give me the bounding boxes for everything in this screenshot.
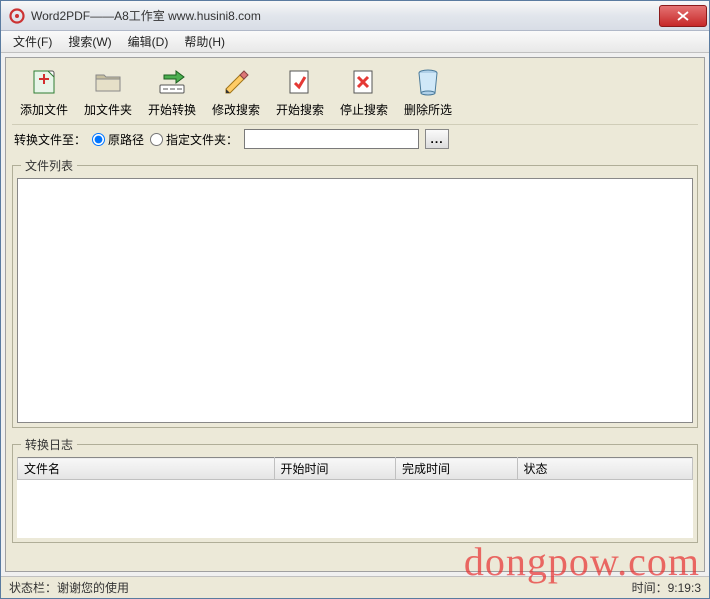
close-button[interactable] — [659, 5, 707, 27]
delete-icon — [411, 66, 445, 98]
log-fieldset: 转换日志 文件名 开始时间 完成时间 状态 — [12, 436, 698, 543]
radio-original-path[interactable]: 原路径 — [92, 131, 144, 148]
window-title: Word2PDF——A8工作室 www.husini8.com — [31, 7, 659, 24]
menu-help[interactable]: 帮助(H) — [176, 31, 233, 52]
start-search-button[interactable]: 开始搜索 — [274, 66, 326, 118]
status-message: 谢谢您的使用 — [57, 579, 129, 596]
search-start-icon — [283, 66, 317, 98]
browse-button[interactable]: ... — [425, 129, 449, 149]
radio-original-label: 原路径 — [108, 131, 144, 148]
file-list-legend: 文件列表 — [21, 157, 77, 174]
folder-icon — [91, 66, 125, 98]
time-value: 9:19:3 — [668, 581, 701, 595]
log-header-row: 文件名 开始时间 完成时间 状态 — [18, 458, 693, 480]
statusbar: 状态栏： 谢谢您的使用 时间： 9:19:3 — [1, 576, 709, 598]
radio-specify-folder[interactable]: 指定文件夹： — [150, 131, 238, 148]
client-area: 添加文件 加文件夹 开始转换 修改搜索 — [5, 57, 705, 572]
destination-row: 转换文件至： 原路径 指定文件夹： ... — [12, 124, 698, 153]
start-convert-button[interactable]: 开始转换 — [146, 66, 198, 118]
edit-search-icon — [219, 66, 253, 98]
time-label: 时间： — [632, 579, 668, 596]
modify-search-button[interactable]: 修改搜索 — [210, 66, 262, 118]
menu-file[interactable]: 文件(F) — [5, 31, 60, 52]
tool-label: 删除所选 — [404, 101, 452, 118]
tool-label: 添加文件 — [20, 101, 68, 118]
tool-label: 开始搜索 — [276, 101, 324, 118]
app-window: Word2PDF——A8工作室 www.husini8.com 文件(F) 搜索… — [0, 0, 710, 599]
file-list[interactable] — [17, 178, 693, 423]
convert-icon — [155, 66, 189, 98]
log-body[interactable] — [17, 480, 693, 538]
file-list-fieldset: 文件列表 — [12, 157, 698, 428]
dest-label: 转换文件至： — [14, 131, 86, 148]
col-finish-time[interactable]: 完成时间 — [396, 458, 518, 480]
col-status[interactable]: 状态 — [517, 458, 693, 480]
col-start-time[interactable]: 开始时间 — [274, 458, 396, 480]
col-filename[interactable]: 文件名 — [18, 458, 275, 480]
add-folder-button[interactable]: 加文件夹 — [82, 66, 134, 118]
radio-specify-label: 指定文件夹： — [166, 131, 238, 148]
radio-original-input[interactable] — [92, 133, 105, 146]
tool-label: 修改搜索 — [212, 101, 260, 118]
delete-selected-button[interactable]: 删除所选 — [402, 66, 454, 118]
stop-search-button[interactable]: 停止搜索 — [338, 66, 390, 118]
radio-specify-input[interactable] — [150, 133, 163, 146]
tool-label: 开始转换 — [148, 101, 196, 118]
search-stop-icon — [347, 66, 381, 98]
add-file-icon — [27, 66, 61, 98]
tool-label: 停止搜索 — [340, 101, 388, 118]
status-label: 状态栏： — [9, 579, 57, 596]
dest-path-input[interactable] — [244, 129, 419, 149]
add-file-button[interactable]: 添加文件 — [18, 66, 70, 118]
menu-edit[interactable]: 编辑(D) — [120, 31, 177, 52]
titlebar: Word2PDF——A8工作室 www.husini8.com — [1, 1, 709, 31]
log-legend: 转换日志 — [21, 436, 77, 453]
tool-label: 加文件夹 — [84, 101, 132, 118]
log-table: 文件名 开始时间 完成时间 状态 — [17, 457, 693, 480]
menu-search[interactable]: 搜索(W) — [60, 31, 119, 52]
app-icon — [9, 8, 25, 24]
toolbar: 添加文件 加文件夹 开始转换 修改搜索 — [12, 64, 698, 124]
menubar: 文件(F) 搜索(W) 编辑(D) 帮助(H) — [1, 31, 709, 53]
